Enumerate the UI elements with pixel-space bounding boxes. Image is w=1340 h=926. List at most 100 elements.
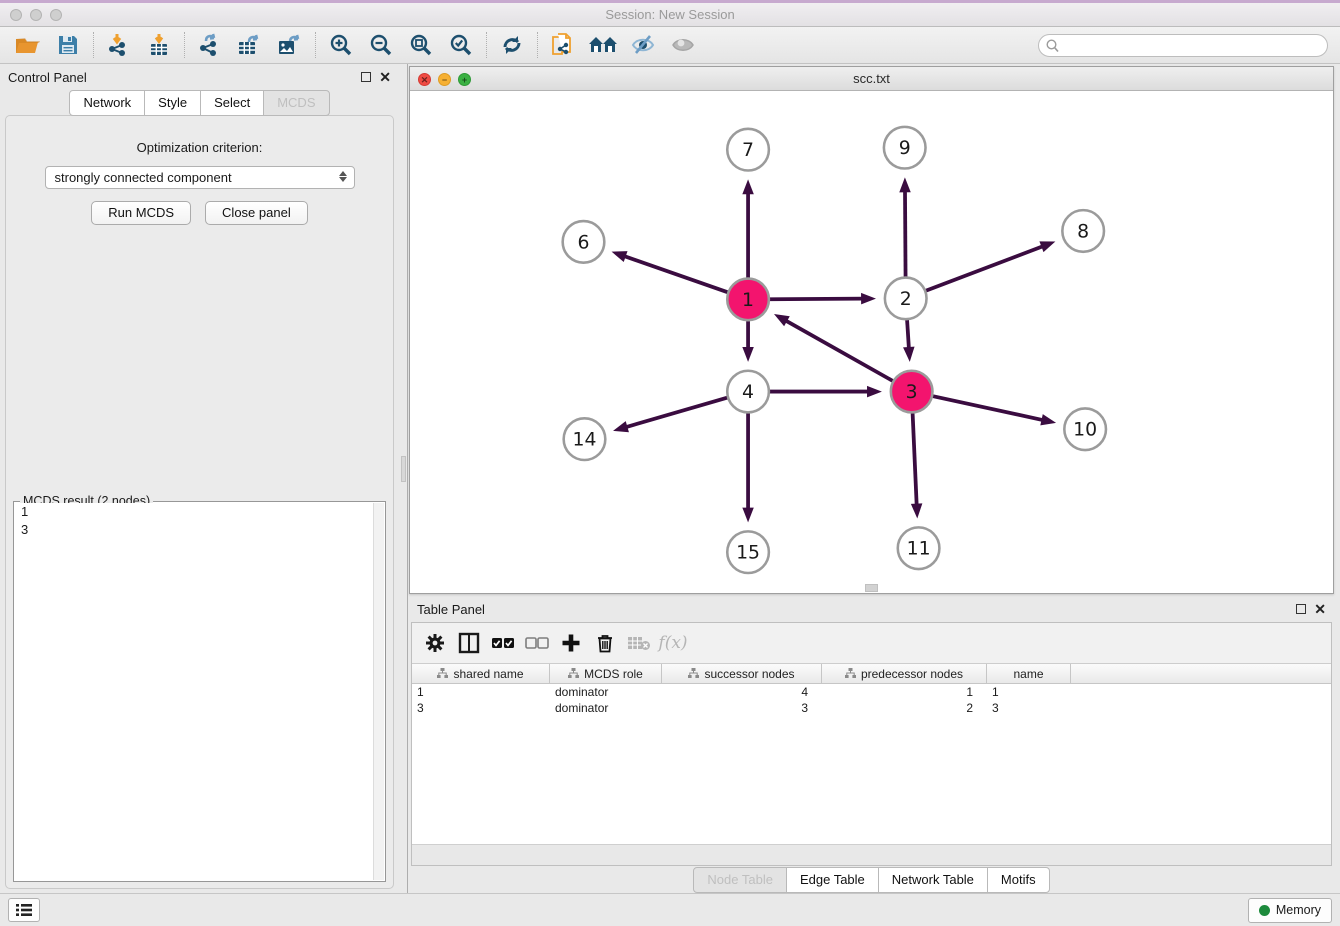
result-scrollbar[interactable] xyxy=(373,503,384,880)
float-panel-icon[interactable] xyxy=(361,72,371,82)
table-horizontal-scrollbar[interactable] xyxy=(412,844,1331,865)
cell-mcds-role[interactable]: dominator xyxy=(550,700,662,716)
import-network-button[interactable] xyxy=(99,29,139,61)
cell-shared-name[interactable]: 1 xyxy=(412,684,550,700)
cell-shared-name[interactable]: 3 xyxy=(412,700,550,716)
edge-2-3[interactable] xyxy=(907,320,909,350)
canvas-splitter-grip[interactable] xyxy=(865,584,878,592)
cell-name[interactable]: 1 xyxy=(987,684,1071,700)
zoom-in-button[interactable] xyxy=(321,29,361,61)
cell-predecessor-nodes[interactable]: 1 xyxy=(822,684,987,700)
add-column-button[interactable] xyxy=(556,628,586,658)
network-from-file-button[interactable] xyxy=(543,29,583,61)
splitter-grip[interactable] xyxy=(401,456,406,482)
tab-node-table[interactable]: Node Table xyxy=(693,867,787,893)
cell-successor-nodes[interactable]: 4 xyxy=(662,684,822,700)
network-maximize-button[interactable]: + xyxy=(458,73,471,86)
network-minimize-button[interactable]: − xyxy=(438,73,451,86)
cybrowser-home-button[interactable] xyxy=(583,29,623,61)
mcds-panel: Optimization criterion: strongly connect… xyxy=(5,115,394,889)
node-label-1: 1 xyxy=(742,290,754,311)
edge-2-8[interactable] xyxy=(926,246,1044,291)
column-header-shared-name[interactable]: shared name xyxy=(412,664,550,683)
arrowhead-4-3 xyxy=(867,386,882,398)
arrowhead-2-9 xyxy=(899,177,911,192)
edge-3-1[interactable] xyxy=(784,320,892,381)
column-header-successor-nodes[interactable]: successor nodes xyxy=(662,664,822,683)
deselect-all-columns-button[interactable] xyxy=(522,628,552,658)
close-panel-button[interactable]: Close panel xyxy=(205,201,308,225)
close-table-panel-icon[interactable]: ✕ xyxy=(1314,604,1326,614)
hide-selected-button[interactable] xyxy=(623,29,663,61)
export-image-button[interactable] xyxy=(270,29,310,61)
cell-name[interactable]: 3 xyxy=(987,700,1071,716)
mcds-result-list[interactable]: 13 xyxy=(15,503,384,880)
network-window-titlebar[interactable]: ✕ − + scc.txt xyxy=(410,67,1333,91)
edge-3-11[interactable] xyxy=(913,413,917,506)
column-header-predecessor-nodes[interactable]: predecessor nodes xyxy=(822,664,987,683)
toolbar-separator xyxy=(537,32,538,58)
tab-style[interactable]: Style xyxy=(144,90,201,116)
table-header-row: shared nameMCDS rolesuccessor nodes prede… xyxy=(412,663,1331,684)
search-icon xyxy=(1046,39,1059,53)
delete-columns-button[interactable] xyxy=(590,628,620,658)
run-mcds-button[interactable]: Run MCDS xyxy=(91,201,191,225)
edge-1-2[interactable] xyxy=(770,299,864,300)
task-history-button[interactable] xyxy=(8,898,40,922)
double-home-icon xyxy=(588,34,618,56)
toolbar-separator xyxy=(184,32,185,58)
zoom-selected-button[interactable] xyxy=(441,29,481,61)
search-box[interactable] xyxy=(1038,34,1328,57)
hierarchy-icon xyxy=(568,668,579,679)
criterion-select[interactable]: strongly connected component xyxy=(45,166,355,189)
network-graph[interactable]: 7968124314101511 xyxy=(410,91,1333,593)
cell-successor-nodes[interactable]: 3 xyxy=(662,700,822,716)
edge-1-6[interactable] xyxy=(623,256,728,293)
apply-layout-button[interactable] xyxy=(492,29,532,61)
network-canvas[interactable]: 7968124314101511 xyxy=(410,91,1333,593)
eye-slash-icon xyxy=(630,34,656,56)
float-table-panel-icon[interactable] xyxy=(1296,604,1306,614)
save-session-button[interactable] xyxy=(48,29,88,61)
table-settings-button[interactable] xyxy=(420,628,450,658)
column-header-mcds-role[interactable]: MCDS role xyxy=(550,664,662,683)
select-all-columns-button[interactable] xyxy=(488,628,518,658)
export-network-button[interactable] xyxy=(190,29,230,61)
close-panel-icon[interactable]: ✕ xyxy=(379,72,391,82)
node-label-10: 10 xyxy=(1073,420,1097,441)
zoom-fit-button[interactable] xyxy=(401,29,441,61)
panel-splitter[interactable] xyxy=(399,64,408,893)
node-label-9: 9 xyxy=(899,138,911,159)
search-input[interactable] xyxy=(1063,36,1318,55)
export-table-button[interactable] xyxy=(230,29,270,61)
edge-3-10[interactable] xyxy=(933,396,1044,420)
toggle-column-view-button[interactable] xyxy=(454,628,484,658)
table-rows: 1dominator4113dominator323 xyxy=(412,684,1331,716)
column-label: predecessor nodes xyxy=(861,667,963,681)
tab-select[interactable]: Select xyxy=(200,90,264,116)
titlebar-accent xyxy=(0,0,1340,3)
network-close-button[interactable]: ✕ xyxy=(418,73,431,86)
table-row[interactable]: 3dominator323 xyxy=(412,700,1331,716)
cell-predecessor-nodes[interactable]: 2 xyxy=(822,700,987,716)
arrowhead-1-7 xyxy=(742,179,754,194)
show-all-button[interactable] xyxy=(663,29,703,61)
import-table-button[interactable] xyxy=(139,29,179,61)
open-session-button[interactable] xyxy=(8,29,48,61)
tab-motifs[interactable]: Motifs xyxy=(987,867,1050,893)
column-header-name[interactable]: name xyxy=(987,664,1071,683)
network-window-controls[interactable]: ✕ − + xyxy=(418,73,471,86)
table-row[interactable]: 1dominator411 xyxy=(412,684,1331,700)
cell-mcds-role[interactable]: dominator xyxy=(550,684,662,700)
edge-4-14[interactable] xyxy=(624,398,727,428)
tab-edge-table[interactable]: Edge Table xyxy=(786,867,879,893)
control-panel-tabs: NetworkStyleSelectMCDS xyxy=(0,90,399,116)
edge-2-9[interactable] xyxy=(905,189,906,276)
toolbar-separator xyxy=(93,32,94,58)
tab-mcds[interactable]: MCDS xyxy=(263,90,329,116)
tab-network-table[interactable]: Network Table xyxy=(878,867,988,893)
node-label-2: 2 xyxy=(900,289,912,310)
memory-button[interactable]: Memory xyxy=(1248,898,1332,923)
tab-network[interactable]: Network xyxy=(69,90,145,116)
zoom-out-button[interactable] xyxy=(361,29,401,61)
